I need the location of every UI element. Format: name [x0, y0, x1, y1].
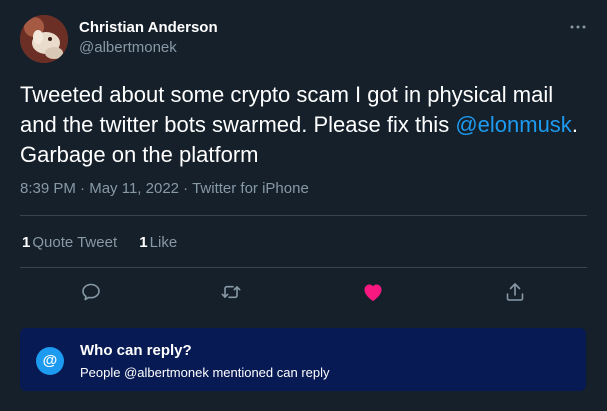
likes-label: Like — [149, 234, 178, 251]
quote-tweets-count: 1 — [22, 234, 31, 251]
divider — [20, 215, 587, 216]
quote-tweets-label: Quote Tweet — [32, 234, 118, 251]
tweet-time[interactable]: 8:39 PM — [20, 180, 76, 197]
reply-settings-title: Who can reply? — [80, 342, 192, 359]
likes-count: 1 — [139, 234, 148, 251]
retweet-icon — [221, 285, 241, 299]
quote-tweets-stat[interactable]: 1 Quote Tweet — [22, 234, 117, 251]
mention-link[interactable]: @elonmusk — [455, 112, 572, 137]
reply-settings-box[interactable]: @ Who can reply? People @albertmonek men… — [20, 328, 586, 391]
author-display-name[interactable]: Christian Anderson — [79, 19, 218, 36]
more-options-icon[interactable] — [567, 18, 589, 36]
author-handle[interactable]: @albertmonek — [79, 39, 177, 56]
retweet-button[interactable] — [219, 280, 243, 304]
avatar-image — [20, 15, 68, 63]
tweet-text: Tweeted about some crypto scam I got in … — [20, 80, 590, 170]
divider — [20, 267, 587, 268]
avatar[interactable] — [20, 15, 68, 63]
reply-icon — [82, 283, 100, 301]
reply-settings-description: People @albertmonek mentioned can reply — [80, 365, 330, 380]
likes-stat[interactable]: 1 Like — [139, 234, 177, 251]
share-icon — [506, 283, 524, 301]
like-button[interactable] — [361, 280, 385, 304]
heart-icon — [364, 284, 382, 301]
tweet-meta: 8:39 PM · May 11, 2022 · Twitter for iPh… — [20, 180, 309, 197]
at-sign-icon: @ — [36, 347, 64, 375]
tweet-date[interactable]: May 11, 2022 — [89, 180, 179, 197]
meta-separator: · — [80, 180, 86, 197]
reply-button[interactable] — [79, 280, 103, 304]
share-button[interactable] — [503, 280, 527, 304]
meta-separator: · — [183, 180, 189, 197]
tweet-stats: 1 Quote Tweet 1 Like — [22, 234, 195, 251]
tweet-source[interactable]: Twitter for iPhone — [192, 180, 309, 197]
